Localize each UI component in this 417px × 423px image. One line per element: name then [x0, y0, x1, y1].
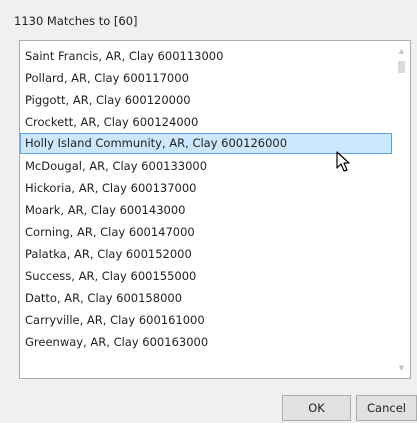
matches-count-label: 1130 Matches to [60] [14, 14, 138, 28]
vertical-scrollbar[interactable]: ▲ ▼ [393, 41, 410, 378]
chevron-up-icon[interactable]: ▲ [393, 43, 410, 59]
list-item[interactable]: Crockett, AR, Clay 600124000 [20, 111, 392, 133]
list-item[interactable]: Pollard, AR, Clay 600117000 [20, 67, 392, 89]
chevron-down-icon[interactable]: ▼ [393, 360, 410, 376]
list-items-container: Saint Francis, AR, Clay 600113000 Pollard… [20, 45, 392, 353]
list-item[interactable]: Palatka, AR, Clay 600152000 [20, 243, 392, 265]
match-dialog: 1130 Matches to [60] Saint Francis, AR, … [0, 0, 417, 423]
list-item[interactable]: Datto, AR, Clay 600158000 [20, 287, 392, 309]
ok-button[interactable]: OK [282, 395, 351, 421]
list-item[interactable]: Moark, AR, Clay 600143000 [20, 199, 392, 221]
list-item[interactable]: Success, AR, Clay 600155000 [20, 265, 392, 287]
list-item[interactable]: Saint Francis, AR, Clay 600113000 [20, 45, 392, 67]
mouse-pointer-icon [336, 151, 350, 172]
list-item[interactable]: Corning, AR, Clay 600147000 [20, 221, 392, 243]
list-item[interactable]: Hickoria, AR, Clay 600137000 [20, 177, 392, 199]
list-item[interactable]: Piggott, AR, Clay 600120000 [20, 89, 392, 111]
list-item[interactable]: Greenway, AR, Clay 600163000 [20, 331, 392, 353]
cancel-button[interactable]: Cancel [356, 395, 417, 421]
list-item[interactable]: Carryville, AR, Clay 600161000 [20, 309, 392, 331]
scroll-thumb[interactable] [398, 61, 405, 73]
matches-listbox[interactable]: Saint Francis, AR, Clay 600113000 Pollard… [19, 40, 411, 379]
